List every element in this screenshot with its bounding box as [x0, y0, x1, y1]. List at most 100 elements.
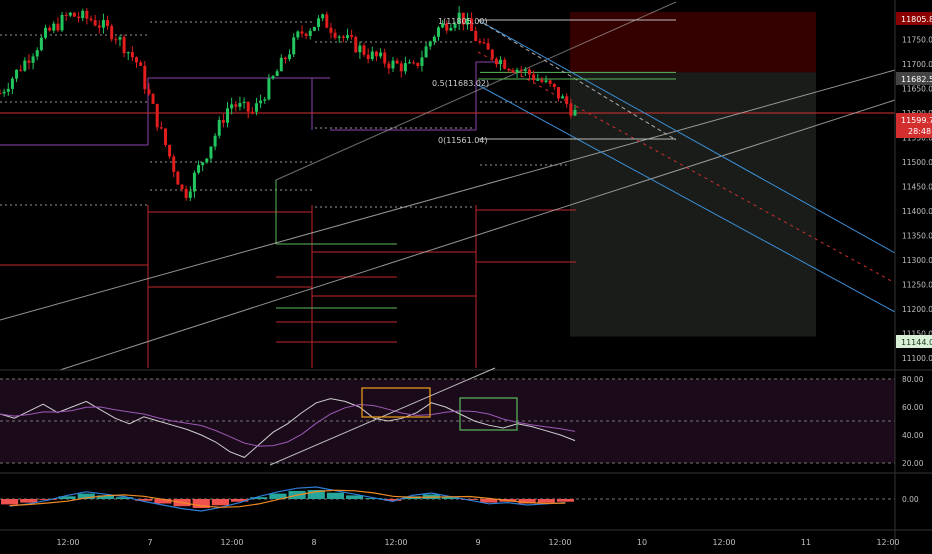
candle-body — [27, 60, 31, 63]
candle-body — [126, 52, 130, 54]
candle-body — [81, 10, 85, 19]
candle-body — [19, 69, 23, 71]
price-tick-label: 11500.00 — [902, 158, 932, 167]
candle-body — [507, 68, 511, 71]
time-tick-label: 10 — [637, 538, 647, 547]
time-tick-label: 12:00 — [384, 538, 407, 547]
candle-body — [540, 79, 544, 82]
candle-body — [184, 188, 188, 198]
rsi-tick-label: 80.00 — [902, 375, 924, 384]
candle-body — [403, 63, 407, 72]
candle-body — [556, 87, 560, 99]
candle-body — [486, 43, 490, 50]
candle-body — [532, 74, 536, 81]
candle-body — [234, 104, 238, 107]
fib-label-0: 0(11561.04) — [438, 136, 488, 145]
price-tick-label: 11250.00 — [902, 281, 932, 290]
candle-body — [374, 51, 378, 57]
candle-body — [101, 20, 105, 28]
candle-body — [283, 57, 287, 60]
candle-body — [416, 62, 420, 66]
price-tick-label: 11650.00 — [902, 84, 932, 93]
countdown-tag-text: 28:48 — [908, 127, 931, 136]
candle-body — [321, 14, 325, 19]
candle-body — [358, 45, 362, 53]
rsi-tick-label: 40.00 — [902, 431, 924, 440]
time-tick-label: 12:00 — [712, 538, 735, 547]
candle-body — [97, 25, 101, 28]
candle-body — [35, 50, 39, 57]
candle-body — [565, 96, 569, 105]
candle-body — [106, 20, 110, 26]
price-axis: 11750.0011700.0011650.0011600.0011550.00… — [896, 12, 932, 363]
candle-body — [271, 76, 275, 79]
candle-body — [180, 184, 184, 189]
candle-body — [317, 18, 321, 27]
candle-body — [85, 10, 89, 19]
candle-body — [172, 156, 176, 172]
fib-label-1: 1(11805.00) — [438, 17, 488, 26]
time-tick-label: 7 — [147, 538, 152, 547]
candle-body — [72, 12, 76, 17]
candle-body — [552, 83, 556, 88]
candle-body — [263, 99, 267, 101]
candle-body — [52, 23, 56, 31]
candle-body — [482, 42, 486, 44]
candle-body — [412, 62, 416, 64]
candle-body — [428, 41, 432, 47]
candle-body — [515, 69, 519, 73]
macd-histogram-bar — [20, 499, 38, 503]
candle-body — [354, 36, 358, 53]
chart-root: 1(11805.00) 0.5(11683.02) 0(11561.04) 11… — [0, 0, 932, 550]
candle-body — [511, 70, 515, 73]
candle-body — [250, 111, 254, 113]
candle-body — [573, 109, 577, 116]
candle-body — [0, 93, 2, 95]
candle-body — [48, 27, 52, 31]
candle-body — [151, 94, 155, 104]
candle-body — [221, 120, 225, 123]
candle-body — [217, 120, 221, 136]
candle-body — [341, 36, 345, 38]
candle-body — [333, 32, 337, 38]
price-tick-label: 11300.00 — [902, 256, 932, 265]
candle-body — [474, 30, 478, 41]
candle-body — [395, 60, 399, 64]
candle-body — [135, 57, 139, 63]
time-tick-label: 12:00 — [876, 538, 899, 547]
candle-body — [345, 35, 349, 38]
candle-body — [288, 54, 292, 60]
candle-body — [275, 71, 279, 77]
candle-body — [292, 37, 296, 55]
candle-body — [60, 14, 64, 31]
candle-body — [387, 63, 391, 69]
rsi-tick-label: 20.00 — [902, 459, 924, 468]
candle-body — [503, 59, 507, 69]
candle-body — [64, 14, 68, 16]
candle-body — [499, 59, 503, 65]
candle-body — [561, 96, 565, 99]
candle-body — [209, 146, 213, 159]
candle-body — [548, 80, 552, 84]
trading-chart-svg: 1(11805.00) 0.5(11683.02) 0(11561.04) 11… — [0, 0, 932, 550]
candle-body — [44, 27, 48, 38]
stop-loss-zone — [570, 11, 816, 73]
candle-body — [296, 31, 300, 38]
candle-body — [6, 88, 10, 92]
candle-body — [329, 27, 333, 33]
candle-body — [163, 128, 167, 145]
candle-body — [205, 158, 209, 163]
candle-body — [325, 14, 329, 28]
candle-body — [201, 162, 205, 166]
candle-body — [68, 12, 72, 16]
macd-histogram-bar — [211, 499, 229, 506]
candle-body — [213, 135, 217, 147]
price-tick-label: 11400.00 — [902, 207, 932, 216]
candle-body — [159, 127, 163, 129]
candle-body — [399, 63, 403, 72]
candle-body — [89, 18, 93, 21]
price-tick-label: 11450.00 — [902, 182, 932, 191]
candle-body — [246, 101, 250, 112]
price-tick-label: 11700.00 — [902, 60, 932, 69]
candle-body — [110, 25, 114, 40]
